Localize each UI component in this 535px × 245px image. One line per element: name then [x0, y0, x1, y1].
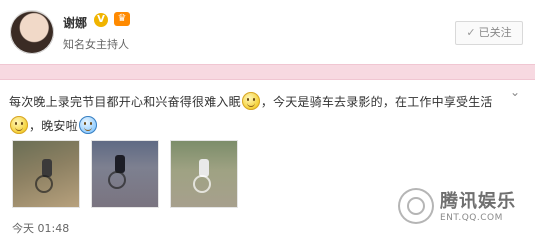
avatar[interactable]: [10, 10, 54, 54]
divider-band: [0, 64, 535, 80]
check-icon: ✓: [466, 26, 476, 39]
profile-header: 谢娜 V ♛ 知名女主持人 ✓ 已关注: [0, 0, 535, 62]
bike-wheel: [35, 175, 53, 193]
watermark-brand: 腾讯娱乐: [440, 191, 516, 212]
verified-icon: V: [94, 13, 108, 27]
member-crown-icon: ♛: [114, 12, 130, 26]
post-text-part2: ，今天是骑车去录影的，在工作中享受生活: [260, 95, 493, 109]
sleepy-emoji-icon: [241, 91, 260, 110]
post-text: 每次晚上录完节目都开心和兴奋得很难入眠 ，今天是骑车去录影的，在工作中享受生活 ，晚…: [9, 90, 509, 138]
smile-emoji-icon: [10, 115, 28, 134]
follow-label: 已关注: [478, 26, 512, 39]
user-description: 知名女主持人: [63, 38, 129, 51]
post-timestamp[interactable]: 今天 01:48: [12, 220, 69, 236]
post-image-3[interactable]: [170, 140, 238, 208]
follow-button[interactable]: ✓ 已关注: [455, 21, 523, 45]
tencent-logo-icon: [398, 188, 434, 224]
post-image-1[interactable]: [12, 140, 80, 208]
post-image-2[interactable]: [91, 140, 159, 208]
chevron-down-icon[interactable]: ⌄: [510, 86, 522, 98]
user-name[interactable]: 谢娜: [63, 14, 87, 31]
moon-emoji-icon: [78, 115, 97, 134]
bike-wheel: [193, 175, 211, 193]
watermark-domain: ENT.QQ.COM: [440, 213, 503, 223]
watermark: 腾讯娱乐 ENT.QQ.COM: [396, 185, 526, 230]
post-text-part3: ，晚安啦: [29, 119, 78, 133]
bike-wheel: [108, 171, 126, 189]
post-text-part1: 每次晚上录完节目都开心和兴奋得很难入眠: [9, 95, 241, 109]
